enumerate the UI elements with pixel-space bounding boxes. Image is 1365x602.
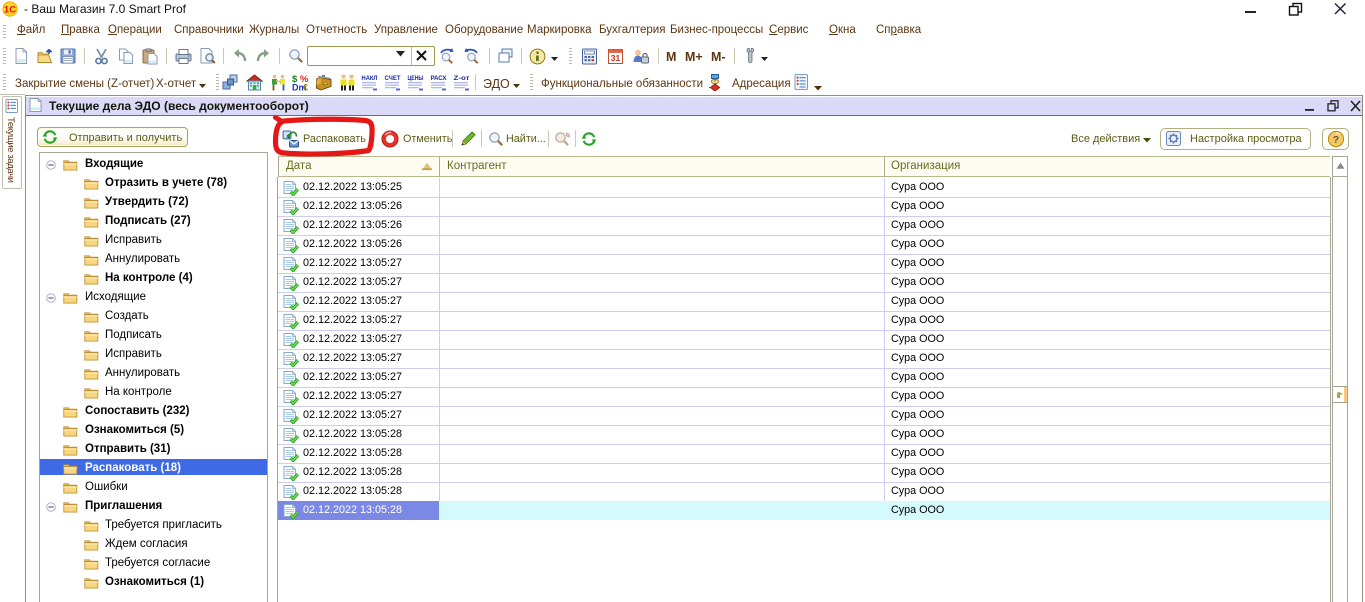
svg-text:СЧЕТ: СЧЕТ (385, 75, 401, 82)
svg-text:НАКЛ: НАКЛ (362, 75, 378, 82)
svg-text:€: € (303, 83, 308, 92)
svg-text:31: 31 (611, 53, 621, 63)
svg-text:ЦЕНЫ: ЦЕНЫ (408, 75, 424, 82)
svg-text:Z-от: Z-от (454, 75, 470, 82)
svg-text:1С: 1С (4, 5, 16, 16)
svg-text:?: ? (1333, 134, 1339, 146)
svg-text:РАСХ: РАСХ (431, 75, 448, 82)
